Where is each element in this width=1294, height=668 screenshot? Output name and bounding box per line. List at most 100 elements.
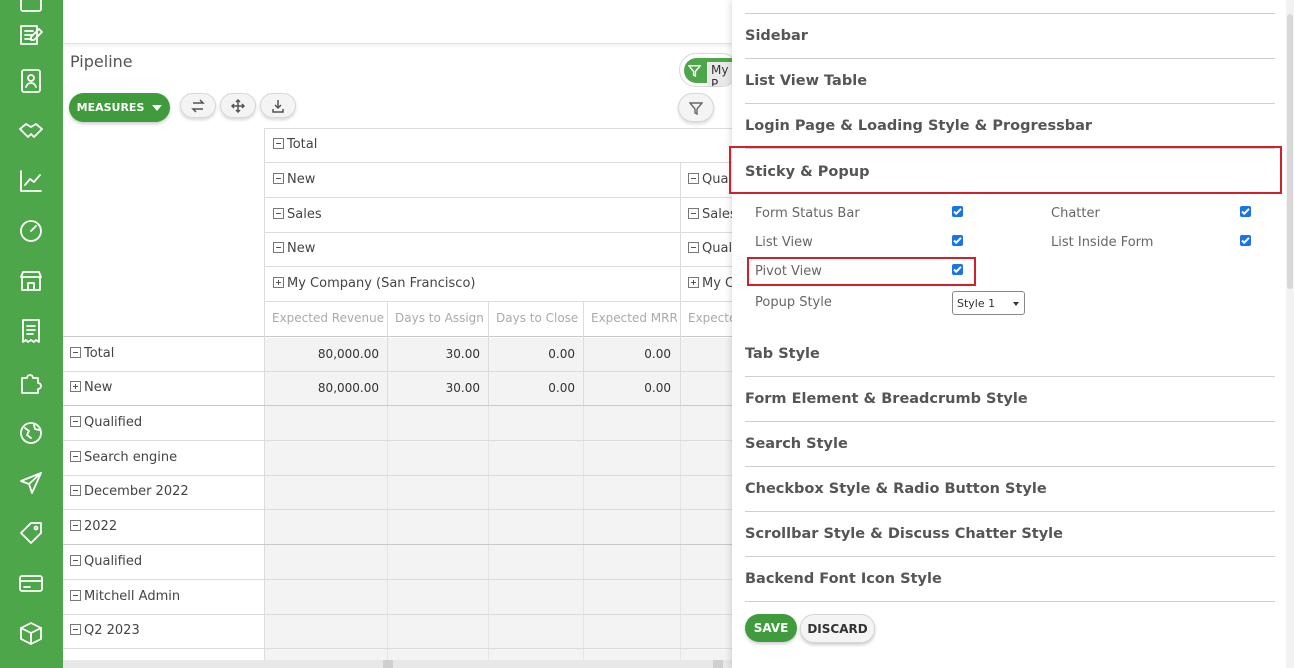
send-icon[interactable] [16,468,46,498]
col-header-qualified[interactable]: Qua [688,172,732,187]
row-header[interactable]: 2022 [70,519,117,534]
row-header[interactable]: Search engine [70,450,177,465]
section-sidebar[interactable]: Sidebar [745,14,1275,59]
store-icon[interactable] [16,266,46,296]
top-navbar [63,0,732,44]
collapse-icon [273,242,284,253]
collapse-icon [688,242,699,253]
app-root: Pipeline MEASURES My P Total New Qua Sal… [0,0,1294,668]
row-header-label: Qualified [84,415,143,430]
card-icon[interactable] [16,568,46,598]
option-form-status-bar-label: Form Status Bar [755,206,860,221]
section-partial-top[interactable] [745,0,1275,14]
value-cell[interactable]: 30.00 [392,381,480,395]
collapse-icon [70,416,81,427]
flip-axis-button[interactable] [180,93,216,118]
col-header-total[interactable]: Total [273,137,317,152]
check-icon [953,237,962,245]
value-cell[interactable]: 30.00 [392,347,480,361]
globe-icon[interactable] [16,418,46,448]
expand-icon [273,277,284,288]
popup-style-select[interactable]: Style 1 [952,291,1025,315]
value-cell[interactable]: 0.00 [588,381,671,395]
section-search-style[interactable]: Search Style [745,422,1275,467]
highlight-box-section [729,146,1282,194]
value-cell[interactable]: 0.00 [492,347,575,361]
row-header-label: December 2022 [84,484,189,499]
section-form-element[interactable]: Form Element & Breadcrumb Style [745,377,1275,422]
form-status-bar-checkbox[interactable] [952,206,963,217]
expand-icon [688,277,699,288]
scrollbar-thumb[interactable] [1287,14,1293,289]
value-cell[interactable]: 80,000.00 [270,381,379,395]
value-cell[interactable]: 0.00 [492,381,575,395]
download-button[interactable] [260,93,296,118]
funnel-icon [688,65,701,77]
box-icon[interactable] [16,618,46,648]
puzzle-icon[interactable] [16,368,46,398]
section-tab-style[interactable]: Tab Style [745,332,1275,377]
row-header[interactable]: Total [70,346,114,361]
row-header[interactable]: Qualified [70,415,142,430]
col-header-new-2[interactable]: New [273,241,315,256]
col-header-sales[interactable]: Sales [273,207,322,222]
dropdown-arrow-icon [1013,302,1019,306]
chatter-checkbox[interactable] [1240,206,1251,217]
option-popup-style-label: Popup Style [755,295,832,310]
col-header-label: My Company (San Francisco) [287,276,476,291]
receipt-icon[interactable] [16,316,46,346]
dashboard-gauge-icon[interactable] [16,216,46,246]
row-header[interactable]: Mitchell Admin [70,589,180,604]
list-inside-form-checkbox[interactable] [1240,235,1251,246]
section-scrollbar-style[interactable]: Scrollbar Style & Discuss Chatter Style [745,512,1275,557]
collapse-icon [70,451,81,462]
highlight-box-pivot-view [747,257,976,286]
handshake-icon[interactable] [16,116,46,146]
panel-scrollbar[interactable] [1286,0,1294,668]
section-login-page[interactable]: Login Page & Loading Style & Progressbar [745,104,1275,149]
horizontal-scrollbar[interactable] [63,660,732,668]
measures-button[interactable]: MEASURES [69,93,170,122]
collapse-icon [273,138,284,149]
col-header-company[interactable]: My Company (San Francisco) [273,276,475,291]
partial-top-icon[interactable] [16,0,46,16]
collapse-icon [688,173,699,184]
row-header[interactable]: Qualified [70,554,142,569]
filter-facet-pill[interactable]: My P [679,53,739,87]
save-button[interactable]: SAVE [745,614,797,642]
download-icon [272,99,284,113]
check-icon [1241,208,1250,216]
section-font-icon-style[interactable]: Backend Font Icon Style [745,557,1275,602]
measure-header[interactable]: Days to Assign [395,311,485,325]
col-header-company-right[interactable]: My C [688,276,732,291]
col-header-total-label: Total [287,137,318,152]
discard-button[interactable]: DISCARD [800,614,875,643]
measure-header[interactable]: Expected MRR [591,311,677,325]
row-header[interactable]: New [70,380,112,395]
measure-header[interactable]: Days to Close [496,311,581,325]
value-cell[interactable]: 80,000.00 [270,347,379,361]
col-header-label: New [287,241,316,256]
list-view-checkbox[interactable] [952,235,963,246]
notes-icon[interactable] [16,20,46,50]
chart-line-icon[interactable] [16,166,46,196]
measure-header[interactable]: Expected Revenue [272,311,384,325]
measure-header[interactable]: Expecte [688,311,732,325]
section-list-view-table[interactable]: List View Table [745,59,1275,104]
value-cell[interactable]: 0.00 [588,347,671,361]
section-checkbox-style[interactable]: Checkbox Style & Radio Button Style [745,467,1275,512]
col-header-new[interactable]: New [273,172,315,187]
option-list-inside-form-label: List Inside Form [1051,235,1154,250]
col-header-sales-right[interactable]: Sales [688,207,732,222]
col-header-label: Qua [702,172,729,187]
row-header[interactable]: Q2 2023 [70,623,140,638]
col-header-label: My C [702,276,732,291]
filter-button[interactable] [678,93,714,122]
app-icon-rail [0,0,63,668]
row-header[interactable]: December 2022 [70,484,189,499]
tag-icon[interactable] [16,518,46,548]
expand-all-button[interactable] [220,93,256,118]
swap-arrows-icon [191,98,205,113]
col-header-qualified-2[interactable]: Quali [688,241,732,256]
contacts-icon[interactable] [16,66,46,96]
